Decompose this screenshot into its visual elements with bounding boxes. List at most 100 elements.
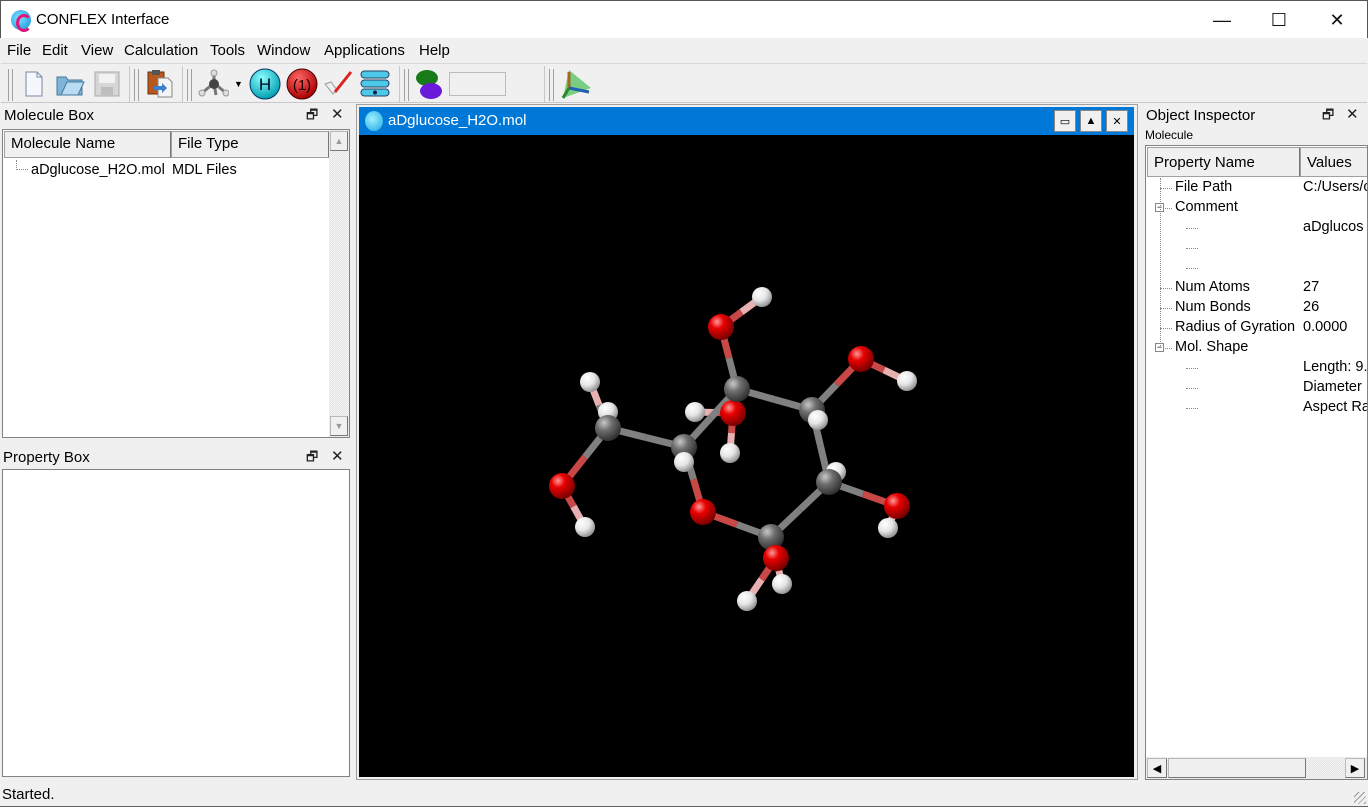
menu-applications[interactable]: Applications (324, 42, 405, 59)
structure-builder-icon[interactable] (197, 68, 229, 100)
property-row[interactable]: Radius of Gyration 0.0000 (1146, 318, 1367, 338)
toolbar-grip[interactable] (549, 69, 554, 101)
menu-help[interactable]: Help (419, 42, 450, 59)
conflex-logo-icon (365, 111, 383, 131)
scroll-down-button[interactable]: ▼ (330, 416, 348, 436)
viewer-restore-button[interactable]: ▭ (1054, 110, 1076, 132)
viewer-title: aDglucose_H2O.mol (388, 112, 527, 129)
atom-h[interactable] (685, 402, 705, 422)
menu-file[interactable]: File (7, 42, 31, 59)
molecule-3d-view[interactable] (359, 135, 1134, 777)
property-row[interactable]: File Path C:/Users/c (1146, 178, 1368, 198)
atom-h[interactable] (752, 287, 772, 307)
molecule-box: Molecule Box 🗗 ✕ Molecule Name File Type… (0, 103, 352, 438)
atom-o[interactable] (763, 545, 789, 571)
atom-h[interactable] (737, 591, 757, 611)
toolbar-grip[interactable] (134, 69, 139, 101)
atom-h[interactable] (575, 517, 595, 537)
atom-h[interactable] (720, 443, 740, 463)
menu-window[interactable]: Window (257, 42, 310, 59)
menu-calculation[interactable]: Calculation (124, 42, 198, 59)
atom-o[interactable] (549, 473, 575, 499)
float-panel-icon[interactable]: 🗗 (306, 448, 318, 470)
toolbar-grip[interactable] (8, 69, 13, 101)
property-row[interactable]: Num Atoms 27 (1146, 278, 1367, 298)
open-folder-icon[interactable] (54, 68, 86, 100)
close-panel-icon[interactable]: ✕ (331, 105, 344, 123)
list-item[interactable]: aDglucose_H2O.mol MDL Files (3, 160, 329, 182)
column-header-file-type[interactable]: File Type (171, 131, 329, 158)
toolbar-grip[interactable] (404, 69, 409, 101)
close-panel-icon[interactable]: ✕ (331, 447, 344, 465)
property-row[interactable]: − Comment (1146, 198, 1367, 218)
viewer-minimize-button[interactable]: ▲ (1080, 110, 1102, 132)
vertical-scrollbar[interactable]: ▲ ▼ (329, 130, 349, 437)
property-row[interactable]: Aspect Ra (1146, 398, 1367, 418)
scroll-left-button[interactable]: ◀ (1147, 758, 1167, 778)
property-row[interactable] (1146, 238, 1367, 258)
paste-icon[interactable] (144, 68, 176, 100)
maximize-button[interactable]: ☐ (1250, 1, 1308, 39)
atom-c[interactable] (724, 376, 750, 402)
new-file-icon[interactable] (18, 68, 50, 100)
orbital-icon[interactable] (413, 68, 445, 100)
close-button[interactable]: ✕ (1308, 1, 1366, 39)
float-panel-icon[interactable]: 🗗 (306, 106, 318, 128)
property-value: Length: 9. (1303, 359, 1368, 375)
conflex-logo-icon (11, 10, 32, 32)
atom-o[interactable] (884, 493, 910, 519)
atom-o[interactable] (708, 314, 734, 340)
property-row[interactable] (1146, 258, 1367, 278)
property-row[interactable]: aDglucos (1146, 218, 1367, 238)
add-hydrogen-icon[interactable]: H (249, 68, 281, 100)
scroll-thumb[interactable] (1168, 758, 1306, 778)
property-row[interactable]: Num Bonds 26 (1146, 298, 1367, 318)
atom-h[interactable] (772, 574, 792, 594)
atom-h[interactable] (580, 372, 600, 392)
float-panel-icon[interactable]: 🗗 (1322, 106, 1334, 128)
check-icon[interactable] (322, 68, 354, 100)
property-row[interactable]: − Mol. Shape (1146, 338, 1367, 358)
column-header-property-name[interactable]: Property Name (1147, 147, 1300, 177)
atom-o[interactable] (848, 346, 874, 372)
column-header-values[interactable]: Values (1300, 147, 1367, 177)
window-title: CONFLEX Interface (36, 11, 170, 28)
property-row[interactable]: Length: 9. (1146, 358, 1368, 378)
property-box-title: Property Box (3, 449, 90, 466)
atom-c[interactable] (816, 469, 842, 495)
object-inspector: Object Inspector 🗗 ✕ Molecule Property N… (1140, 103, 1368, 780)
toolbar-grip[interactable] (187, 69, 192, 101)
column-header-molecule-name[interactable]: Molecule Name (4, 131, 171, 158)
menu-edit[interactable]: Edit (42, 42, 68, 59)
menu-tools[interactable]: Tools (210, 42, 245, 59)
molecule-viewport[interactable] (359, 135, 1134, 777)
property-name: Num Bonds (1175, 299, 1251, 315)
minimize-button[interactable]: — (1193, 1, 1251, 39)
viewer-close-button[interactable]: ✕ (1106, 110, 1128, 132)
property-row[interactable]: Diameter (1146, 378, 1367, 398)
atom-c[interactable] (595, 415, 621, 441)
charge-icon[interactable]: (1) (286, 68, 318, 100)
resize-grip[interactable] (1354, 792, 1366, 804)
title-bar: CONFLEX Interface — ☐ ✕ (0, 0, 1368, 38)
scroll-up-button[interactable]: ▲ (330, 131, 348, 151)
atom-h[interactable] (808, 410, 828, 430)
save-icon[interactable] (91, 68, 123, 100)
layers-icon[interactable] (359, 68, 391, 100)
chevron-down-icon[interactable]: ▼ (234, 79, 243, 89)
atom-o[interactable] (690, 499, 716, 525)
molecule-list: Molecule Name File Type ▲ ▼ aDglucose_H2… (2, 129, 350, 438)
molecule-name: aDglucose_H2O.mol (31, 162, 165, 178)
axes-icon[interactable] (559, 68, 591, 100)
atom-h[interactable] (674, 452, 694, 472)
atom-h[interactable] (878, 518, 898, 538)
close-panel-icon[interactable]: ✕ (1346, 105, 1359, 123)
atom-h[interactable] (897, 371, 917, 391)
atom-o[interactable] (720, 400, 746, 426)
scroll-right-button[interactable]: ▶ (1345, 758, 1365, 778)
horizontal-scrollbar[interactable]: ◀ ▶ (1146, 757, 1367, 779)
property-value: 27 (1303, 279, 1320, 295)
menu-view[interactable]: View (81, 42, 113, 59)
property-value: C:/Users/c (1303, 179, 1368, 195)
orbital-input[interactable] (449, 72, 506, 96)
